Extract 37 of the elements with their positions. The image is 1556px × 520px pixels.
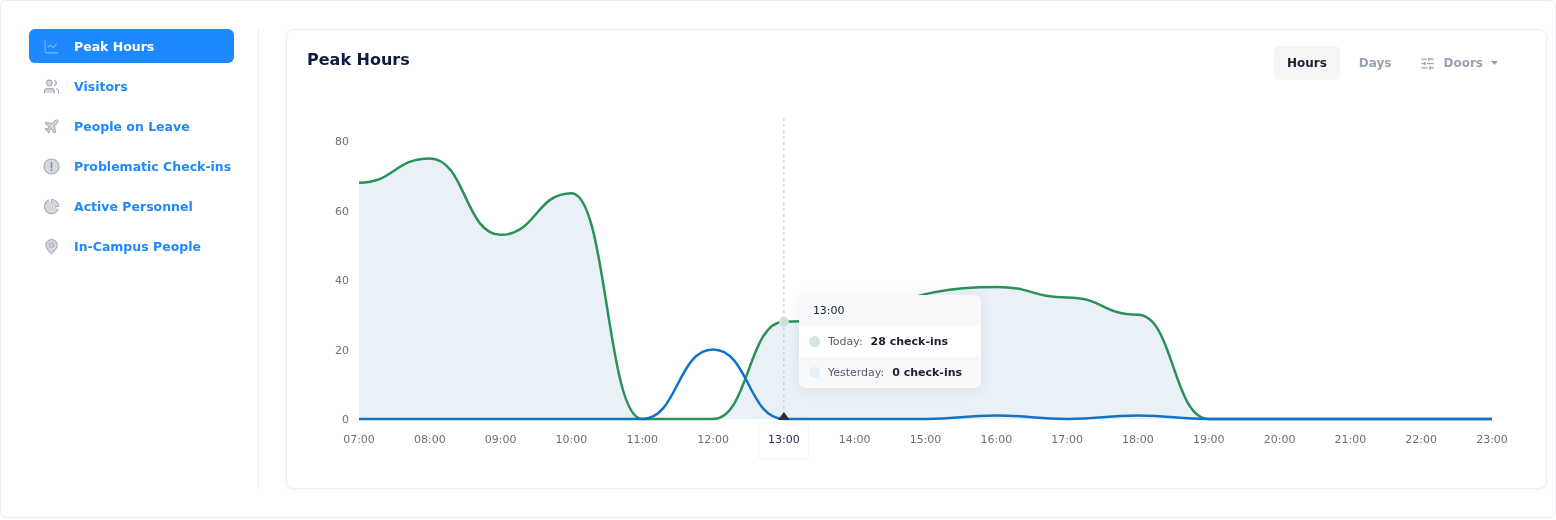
range-tab[interactable]: Hours (1273, 46, 1340, 80)
x-tick-label: 07:00 (343, 433, 375, 446)
x-tick-label: 15:00 (909, 433, 942, 446)
x-tick-label: 17:00 (1051, 433, 1083, 446)
doors-dropdown[interactable]: Doors (1410, 47, 1508, 79)
x-tick-label: 14:00 (838, 433, 871, 446)
x-tick-label: 08:00 (413, 433, 446, 446)
x-tick-label: 19:00 (1192, 433, 1225, 446)
y-tick-label: 60 (335, 204, 349, 218)
tooltip-value: 28 check-ins (870, 335, 949, 348)
sidebar-item[interactable]: Peak Hours (29, 29, 234, 63)
x-tick-label: 11:00 (626, 433, 659, 446)
tooltip-title: 13:00 (811, 303, 846, 319)
y-tick-label: 80 (335, 135, 349, 148)
x-tick-label: 12:00 (697, 433, 729, 446)
range-tab[interactable]: Days (1345, 46, 1405, 80)
panel-title: Peak Hours (307, 50, 410, 69)
x-tick-label: 20:00 (1263, 433, 1296, 446)
sidebar-item[interactable]: In-Campus People (29, 229, 234, 263)
x-tick-label: 16:00 (980, 433, 1013, 446)
tooltip-label: Today: (827, 335, 863, 348)
sidebar-item[interactable]: People on Leave (29, 109, 234, 143)
x-tick-label: 22:00 (1405, 433, 1438, 446)
y-tick-label: 40 (335, 274, 349, 287)
sidebar-item[interactable]: Active Personnel (29, 189, 234, 223)
sidebar-item[interactable]: Problematic Check-ins (29, 149, 234, 183)
x-tick-label: 21:00 (1334, 433, 1367, 446)
x-tick-label: 10:00 (555, 433, 588, 446)
y-tick-label: 0 (342, 413, 349, 426)
x-tick-label: 13:00 (768, 433, 800, 446)
sidebar-item[interactable]: Visitors (29, 69, 234, 103)
x-tick-label: 09:00 (484, 433, 517, 446)
tooltip-label: Yesterday: (827, 366, 885, 379)
y-tick-label: 20 (335, 343, 349, 357)
x-tick-label: 18:00 (1122, 433, 1154, 446)
x-tick-label: 23:00 (1476, 433, 1508, 446)
tooltip-value: 0 check-ins (892, 366, 963, 379)
